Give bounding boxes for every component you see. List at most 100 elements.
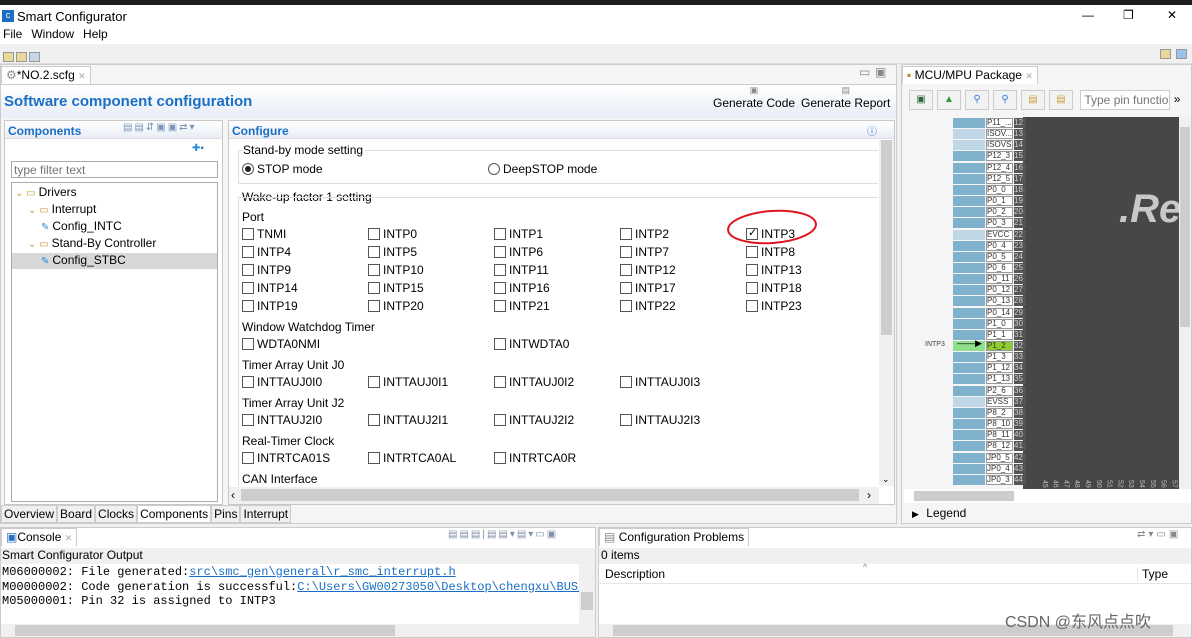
pin-25[interactable]: P0_6 25: [904, 262, 1179, 273]
checkbox[interactable]: [494, 282, 506, 294]
pin-26[interactable]: P0_11 26: [904, 274, 1179, 285]
checkbox-intwdta0[interactable]: INTWDTA0: [494, 337, 569, 351]
package-tab[interactable]: ▪ MCU/MPU Package ✕: [902, 66, 1038, 84]
checkbox[interactable]: [746, 246, 758, 258]
tree-item[interactable]: ⌄ ▭ Stand-By Controller: [12, 236, 217, 252]
package-vscrollbar[interactable]: [1179, 117, 1191, 489]
console-vscrollbar[interactable]: [579, 564, 595, 624]
tree-item[interactable]: ✎ Config_INTC: [12, 219, 217, 235]
bottom-pin-56[interactable]: 56: [1156, 480, 1167, 488]
pin-function-search[interactable]: [1080, 90, 1171, 110]
pin-34[interactable]: P1_12 34: [904, 363, 1179, 374]
add-component-icon[interactable]: ✚▪: [192, 143, 204, 154]
checkbox[interactable]: [242, 376, 254, 388]
checkbox[interactable]: [746, 264, 758, 276]
checkbox-intp19[interactable]: INTP19: [242, 299, 298, 313]
checkbox[interactable]: [368, 246, 380, 258]
bottom-pin-50[interactable]: 50: [1091, 480, 1102, 488]
export-icon[interactable]: ▤: [1021, 90, 1045, 110]
pin-22[interactable]: EVCC 22: [904, 229, 1179, 240]
pin-30[interactable]: P1_0 30: [904, 318, 1179, 329]
console-link[interactable]: C:\Users\GW00273050\Desktop\chengxu\BUS_…: [297, 580, 579, 594]
checkbox-intp15[interactable]: INTP15: [368, 281, 424, 295]
checkbox-intp9[interactable]: INTP9: [242, 263, 291, 277]
checkbox[interactable]: [242, 228, 254, 240]
column-description[interactable]: Description: [605, 567, 665, 581]
checkbox-intp18[interactable]: INTP18: [746, 281, 802, 295]
checkbox-intp11[interactable]: INTP11: [494, 263, 549, 277]
checkbox-intrtca0al[interactable]: INTRTCA0AL: [368, 451, 456, 465]
pin-15[interactable]: P12_3 15: [904, 151, 1179, 162]
checkbox-inttauj2i2[interactable]: INTTAUJ2I2: [494, 413, 574, 427]
bottom-pin-57[interactable]: 57: [1167, 480, 1177, 488]
checkbox-intp5[interactable]: INTP5: [368, 245, 417, 259]
pin-14[interactable]: ISOVSS14: [904, 140, 1179, 151]
pin-18[interactable]: P0_0 18: [904, 184, 1179, 195]
checkbox[interactable]: [368, 452, 380, 464]
pin-41[interactable]: P8_12 41: [904, 441, 1179, 452]
tab-clocks[interactable]: Clocks: [95, 505, 138, 523]
checkbox-intp7[interactable]: INTP7: [620, 245, 669, 259]
checkbox-intp23[interactable]: INTP23: [746, 299, 802, 313]
checkbox[interactable]: [242, 282, 254, 294]
checkbox[interactable]: [494, 414, 506, 426]
pin-43[interactable]: JP0_4 43: [904, 463, 1179, 474]
checkbox[interactable]: [368, 300, 380, 312]
radio-button[interactable]: [488, 163, 500, 175]
problems-tab[interactable]: ▤ Configuration Problems: [599, 528, 750, 546]
bottom-pin-46[interactable]: 46: [1048, 480, 1059, 488]
pin-27[interactable]: P0_12 27: [904, 285, 1179, 296]
pin-29[interactable]: P0_14 29: [904, 307, 1179, 318]
checkbox[interactable]: [620, 414, 632, 426]
checkbox[interactable]: [746, 282, 758, 294]
checkbox[interactable]: [242, 338, 254, 350]
tab-interrupt[interactable]: Interrupt: [240, 505, 292, 523]
checkbox-inttauj2i3[interactable]: INTTAUJ2I3: [620, 413, 700, 427]
pin-31[interactable]: P1_1 31: [904, 329, 1179, 340]
pin-33[interactable]: P1_3 33: [904, 352, 1179, 363]
checkbox[interactable]: [620, 264, 632, 276]
zoom-in-icon[interactable]: ⚲: [993, 90, 1017, 110]
menu-file[interactable]: File: [3, 27, 22, 41]
zoom-out-icon[interactable]: ⚲: [965, 90, 989, 110]
pin-21[interactable]: P0_3 21: [904, 218, 1179, 229]
checkbox[interactable]: [242, 414, 254, 426]
console-toolbar-icons[interactable]: ▤▤▤|▤▤▾▤▾▭▣: [448, 529, 558, 540]
checkbox[interactable]: [494, 376, 506, 388]
bottom-pin-55[interactable]: 55: [1145, 480, 1156, 488]
perspective-smart-icon[interactable]: [1176, 49, 1187, 59]
checkbox-intrtca0r[interactable]: INTRTCA0R: [494, 451, 576, 465]
pin-12[interactable]: P11_... 12: [904, 118, 1179, 128]
checkbox-intp2[interactable]: INTP2: [620, 227, 669, 241]
checkbox[interactable]: [494, 452, 506, 464]
pin-16[interactable]: P12_4 16: [904, 162, 1179, 173]
checkbox[interactable]: [368, 228, 380, 240]
checkbox[interactable]: [494, 338, 506, 350]
checkbox[interactable]: [494, 264, 506, 276]
pin-32[interactable]: INTP3 ——▶ P1_2 32: [904, 338, 1179, 351]
problems-toolbar-icons[interactable]: ⇄▾▭▣: [1137, 529, 1181, 540]
minimize-button[interactable]: —: [1082, 8, 1094, 22]
bottom-pin-45[interactable]: 45: [1037, 480, 1048, 488]
checkbox[interactable]: [242, 300, 254, 312]
legend-toggle[interactable]: ▶ Legend: [912, 506, 966, 520]
close-icon[interactable]: ✕: [78, 71, 86, 81]
checkbox-intp4[interactable]: INTP4: [242, 245, 291, 259]
radio-button[interactable]: [242, 163, 254, 175]
pin-24[interactable]: P0_5 24: [904, 251, 1179, 262]
more-icon[interactable]: »: [1174, 92, 1181, 106]
checkbox-intp22[interactable]: INTP22: [620, 299, 676, 313]
editor-tab[interactable]: ⚙*NO.2.scfg ✕: [1, 66, 91, 84]
checkbox-tnmi[interactable]: TNMI: [242, 227, 286, 241]
checkbox-inttauj0i1[interactable]: INTTAUJ0I1: [368, 375, 448, 389]
column-type[interactable]: Type: [1137, 567, 1168, 581]
chart-icon[interactable]: ▲: [937, 90, 961, 110]
bottom-pin-51[interactable]: 51: [1102, 480, 1113, 488]
checkbox[interactable]: [368, 282, 380, 294]
bottom-pin-52[interactable]: 52: [1113, 480, 1123, 488]
checkbox[interactable]: [494, 300, 506, 312]
console-tab[interactable]: ▣Console ✕: [1, 528, 78, 546]
generate-report-button[interactable]: ▤ Generate Report: [801, 85, 890, 110]
components-toolbar-icons[interactable]: ▤▤⇵▣▣⇄▾: [123, 122, 197, 133]
checkbox-intp6[interactable]: INTP6: [494, 245, 543, 259]
